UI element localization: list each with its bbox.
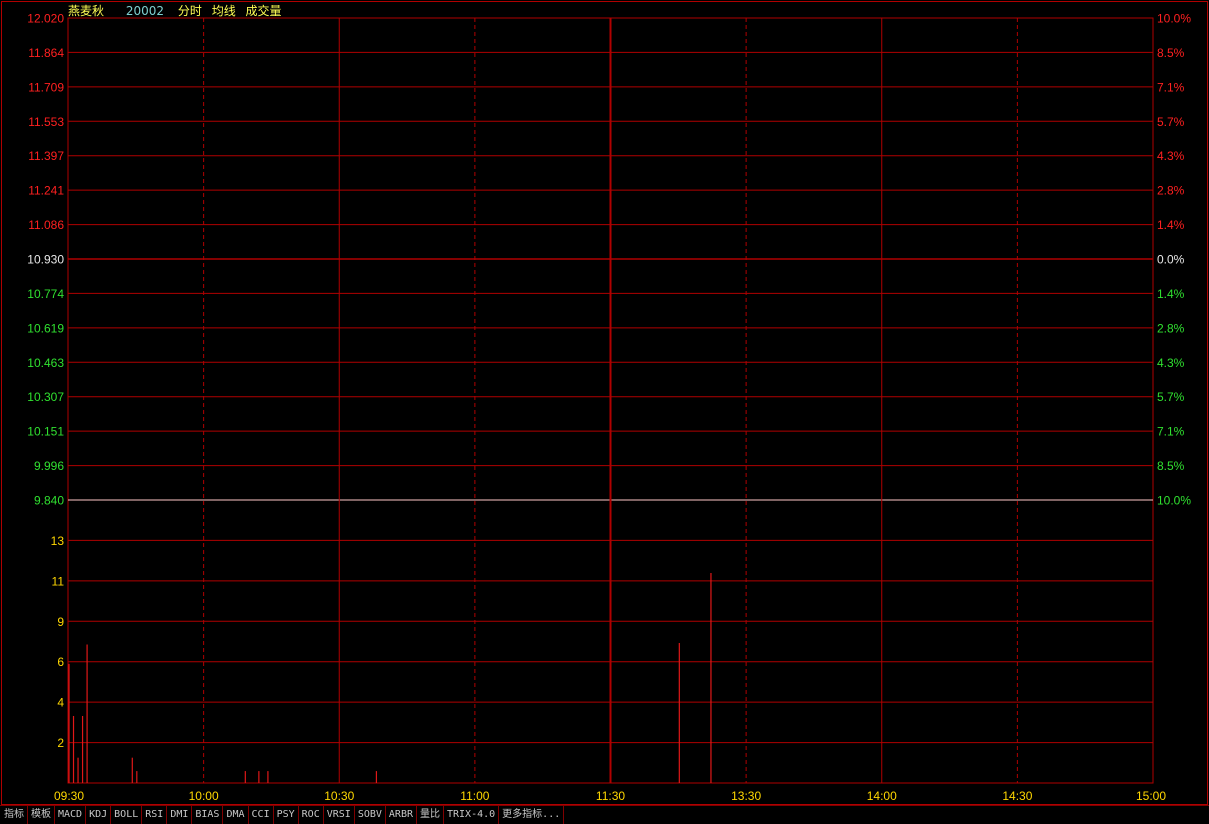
price-tick-label: 9.840 bbox=[34, 494, 64, 508]
volume-tick-label: 13 bbox=[51, 534, 65, 548]
time-tick-label: 09:30 bbox=[54, 789, 84, 803]
indicator-tab[interactable]: SOBV bbox=[355, 806, 386, 824]
price-tick-label: 10.774 bbox=[27, 287, 64, 301]
pct-tick-label: 2.8% bbox=[1157, 321, 1185, 335]
indicator-tab[interactable]: BIAS bbox=[192, 806, 224, 824]
price-tick-label: 12.020 bbox=[27, 12, 64, 26]
volume-tick-label: 6 bbox=[57, 655, 64, 669]
intraday-chart: 12.020 10.0% 11.864 8.5% 11.709 7.1% 11.553 5.7… bbox=[1, 1, 1208, 805]
price-tick-label: 11.709 bbox=[28, 80, 64, 94]
price-tick-label: 11.553 bbox=[28, 115, 64, 129]
time-tick-label: 14:00 bbox=[867, 789, 897, 803]
price-tick-label: 11.397 bbox=[28, 149, 64, 163]
time-tick-label: 11:00 bbox=[460, 789, 489, 803]
pct-tick-label: 2.8% bbox=[1157, 184, 1185, 198]
pct-tick-label: 4.3% bbox=[1157, 356, 1185, 370]
pct-tick-label: 1.4% bbox=[1157, 218, 1185, 232]
time-tick-label: 13:30 bbox=[731, 789, 761, 803]
volume-tick-label: 4 bbox=[57, 696, 64, 710]
indicator-tab[interactable]: KDJ bbox=[86, 806, 112, 824]
time-tick-label: 10:00 bbox=[189, 789, 219, 803]
indicator-tab[interactable]: 量比 bbox=[417, 806, 444, 824]
pct-tick-label: 7.1% bbox=[1157, 80, 1185, 94]
price-tick-label: 10.151 bbox=[27, 425, 64, 439]
indicator-tab[interactable]: 模板 bbox=[28, 806, 55, 824]
time-tick-label: 10:30 bbox=[324, 789, 354, 803]
pct-tick-label: 10.0% bbox=[1157, 12, 1191, 26]
time-tick-label: 11:30 bbox=[596, 789, 625, 803]
pct-tick-label: 8.5% bbox=[1157, 459, 1185, 473]
price-tick-label: 10.930 bbox=[27, 253, 64, 267]
pct-tick-label: 1.4% bbox=[1157, 287, 1185, 301]
indicator-tab[interactable]: VRSI bbox=[324, 806, 355, 824]
volume-tick-label: 9 bbox=[57, 615, 64, 629]
indicator-tab[interactable]: BOLL bbox=[111, 806, 143, 824]
pct-tick-label: 10.0% bbox=[1157, 494, 1191, 508]
price-tick-label: 11.864 bbox=[28, 46, 64, 60]
header-label-volume[interactable]: 成交量 bbox=[246, 4, 282, 18]
volume-tick-label: 11 bbox=[52, 574, 65, 588]
indicator-tab[interactable]: CCI bbox=[249, 806, 274, 824]
pct-tick-label: 8.5% bbox=[1157, 46, 1185, 60]
indicator-tab[interactable]: DMA bbox=[223, 806, 249, 824]
indicator-tab[interactable]: 指标 bbox=[0, 806, 28, 824]
header-label-average[interactable]: 均线 bbox=[212, 4, 236, 18]
indicator-tab[interactable]: MACD bbox=[55, 806, 87, 824]
pct-tick-label: 0.0% bbox=[1157, 253, 1185, 267]
indicator-tab[interactable]: RSI bbox=[142, 806, 168, 824]
price-tick-label: 10.463 bbox=[27, 356, 64, 370]
price-tick-label: 10.307 bbox=[27, 390, 64, 404]
volume-tick-label: 2 bbox=[57, 736, 64, 750]
indicator-tab[interactable]: ARBR bbox=[386, 806, 417, 824]
indicator-tab[interactable]: PSY bbox=[274, 806, 299, 824]
chart-header: 燕麦秋 20002 分时 均线 成交量 bbox=[68, 2, 288, 18]
outer-frame bbox=[1, 1, 1208, 805]
indicator-tab[interactable]: 更多指标... bbox=[499, 806, 565, 824]
stock-code: 20002 bbox=[125, 4, 165, 18]
indicator-tab[interactable]: TRIX-4.0 bbox=[444, 806, 500, 824]
time-tick-label: 15:00 bbox=[1136, 789, 1166, 803]
pct-tick-label: 5.7% bbox=[1157, 390, 1185, 404]
stock-name: 燕麦秋 bbox=[68, 4, 105, 18]
price-tick-label: 11.241 bbox=[28, 184, 64, 198]
header-label-timeshare[interactable]: 分时 bbox=[178, 4, 202, 18]
indicator-tab[interactable]: ROC bbox=[299, 806, 324, 824]
price-tick-label: 9.996 bbox=[34, 459, 64, 473]
pct-tick-label: 5.7% bbox=[1157, 115, 1185, 129]
pct-tick-label: 4.3% bbox=[1157, 149, 1185, 163]
indicator-toolbar: 指标 模板 MACD KDJ BOLL RSI DMI BIAS DMA CCI PSY ROC VRS… bbox=[0, 805, 1209, 824]
price-tick-label: 10.619 bbox=[27, 321, 64, 335]
pct-tick-label: 7.1% bbox=[1157, 425, 1185, 439]
time-tick-label: 14:30 bbox=[1002, 789, 1032, 803]
price-tick-label: 11.086 bbox=[28, 218, 64, 232]
indicator-tab[interactable]: DMI bbox=[167, 806, 193, 824]
